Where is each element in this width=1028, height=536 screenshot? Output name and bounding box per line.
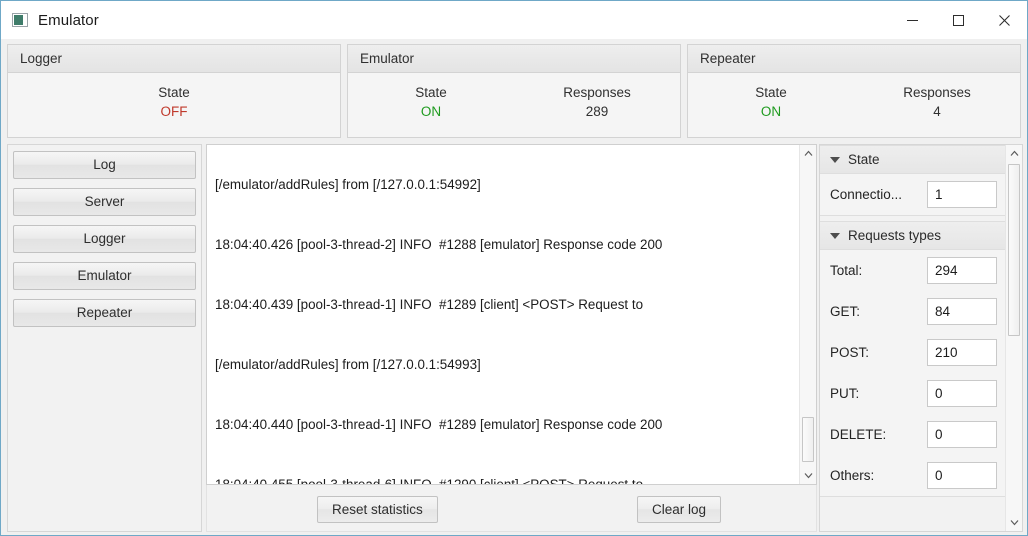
emulator-window: Emulator Logger State OFF Emulator State… xyxy=(0,0,1028,536)
properties-scrollbar[interactable] xyxy=(1005,145,1022,531)
field-connections: Connectio... 1 xyxy=(820,174,1007,215)
window-title: Emulator xyxy=(38,11,99,29)
field-label: GET: xyxy=(830,304,861,319)
window-controls xyxy=(889,1,1027,39)
log-line: [/emulator/addRules] from [/127.0.0.1:54… xyxy=(215,357,481,372)
stat-cell-responses: Responses 4 xyxy=(854,83,1020,121)
field-label: POST: xyxy=(830,345,870,360)
chevron-up-icon[interactable] xyxy=(1006,145,1022,162)
field-label: DELETE: xyxy=(830,427,887,442)
stat-cell-state: State ON xyxy=(688,83,854,121)
sidebar-item-repeater[interactable]: Repeater xyxy=(13,299,196,327)
stat-cell-state: State ON xyxy=(348,83,514,121)
field-others: Others: 0 xyxy=(820,455,1007,496)
log-scrollbar[interactable] xyxy=(799,145,816,484)
log-action-bar: Reset statistics Clear log xyxy=(206,485,817,532)
section-header-state[interactable]: State xyxy=(820,146,1007,174)
chevron-down-icon[interactable] xyxy=(1006,514,1022,531)
field-post: POST: 210 xyxy=(820,332,1007,373)
properties-scrollbar-thumb[interactable] xyxy=(1008,164,1020,336)
field-label: Others: xyxy=(830,468,875,483)
sidebar-item-emulator[interactable]: Emulator xyxy=(13,262,196,290)
chevron-up-icon[interactable] xyxy=(800,145,816,162)
status-panel-repeater: Repeater State ON Responses 4 xyxy=(687,44,1021,138)
properties-content: State Connectio... 1 Requests types Tota… xyxy=(820,145,1007,502)
stat-value: 4 xyxy=(933,104,941,119)
field-value-post[interactable]: 210 xyxy=(927,339,997,366)
log-line: [/emulator/addRules] from [/127.0.0.1:54… xyxy=(215,177,481,192)
sidebar-item-logger[interactable]: Logger xyxy=(13,225,196,253)
stat-label: State xyxy=(755,85,787,100)
field-value-put[interactable]: 0 xyxy=(927,380,997,407)
section-state: State Connectio... 1 xyxy=(820,145,1007,216)
stat-label: Responses xyxy=(903,85,971,100)
panel-title: Logger xyxy=(8,45,340,73)
triangle-down-icon xyxy=(830,232,840,239)
field-value-total[interactable]: 294 xyxy=(927,257,997,284)
reset-statistics-button[interactable]: Reset statistics xyxy=(317,496,438,523)
sidebar-item-server[interactable]: Server xyxy=(13,188,196,216)
sidebar: Log Server Logger Emulator Repeater xyxy=(7,144,202,532)
field-total: Total: 294 xyxy=(820,250,1007,291)
maximize-icon[interactable] xyxy=(935,1,981,39)
panel-title: Emulator xyxy=(348,45,680,73)
stat-label: State xyxy=(415,85,447,100)
minimize-icon[interactable] xyxy=(889,1,935,39)
stat-cell-responses: Responses 289 xyxy=(514,83,680,121)
log-line: 18:04:40.440 [pool-3-thread-1] INFO #128… xyxy=(215,417,663,432)
stat-value: 289 xyxy=(585,104,609,119)
stat-label: Responses xyxy=(563,85,631,100)
chevron-down-icon[interactable] xyxy=(800,467,816,484)
field-delete: DELETE: 0 xyxy=(820,414,1007,455)
log-line: 18:04:40.439 [pool-3-thread-1] INFO #128… xyxy=(215,297,644,312)
field-label: PUT: xyxy=(830,386,860,401)
stat-cell-state: State OFF xyxy=(8,83,340,121)
field-value-others[interactable]: 0 xyxy=(927,462,997,489)
section-requests-types: Requests types Total: 294 GET: 84 POST: … xyxy=(820,221,1007,497)
clear-log-button[interactable]: Clear log xyxy=(637,496,722,523)
properties-panel: State Connectio... 1 Requests types Tota… xyxy=(819,144,1023,532)
section-title-text: State xyxy=(848,152,880,167)
log-scrollbar-thumb[interactable] xyxy=(802,417,814,462)
stat-value: ON xyxy=(420,104,442,119)
triangle-down-icon xyxy=(830,156,840,163)
field-get: GET: 84 xyxy=(820,291,1007,332)
log-line: 18:04:40.455 [pool-3-thread-6] INFO #129… xyxy=(215,477,644,485)
field-put: PUT: 0 xyxy=(820,373,1007,414)
stat-value: OFF xyxy=(160,104,188,119)
sidebar-item-log[interactable]: Log xyxy=(13,151,196,179)
app-icon xyxy=(12,13,28,27)
status-panel-emulator: Emulator State ON Responses 289 xyxy=(347,44,681,138)
panel-title: Repeater xyxy=(688,45,1020,73)
log-viewport[interactable]: [/emulator/addRules] from [/127.0.0.1:54… xyxy=(206,144,817,485)
field-value-delete[interactable]: 0 xyxy=(927,421,997,448)
status-panels: Logger State OFF Emulator State ON Respo… xyxy=(7,44,1021,138)
stat-value: ON xyxy=(760,104,782,119)
field-label: Connectio... xyxy=(830,187,903,202)
section-header-requests-types[interactable]: Requests types xyxy=(820,222,1007,250)
close-icon[interactable] xyxy=(981,1,1027,39)
field-label: Total: xyxy=(830,263,863,278)
field-value-connections[interactable]: 1 xyxy=(927,181,997,208)
stat-label: State xyxy=(158,85,190,100)
section-title-text: Requests types xyxy=(848,228,942,243)
log-line: 18:04:40.426 [pool-3-thread-2] INFO #128… xyxy=(215,237,663,252)
title-bar: Emulator xyxy=(1,1,1027,39)
status-panel-logger: Logger State OFF xyxy=(7,44,341,138)
field-value-get[interactable]: 84 xyxy=(927,298,997,325)
log-section: [/emulator/addRules] from [/127.0.0.1:54… xyxy=(206,144,817,532)
log-text: [/emulator/addRules] from [/127.0.0.1:54… xyxy=(207,145,799,485)
